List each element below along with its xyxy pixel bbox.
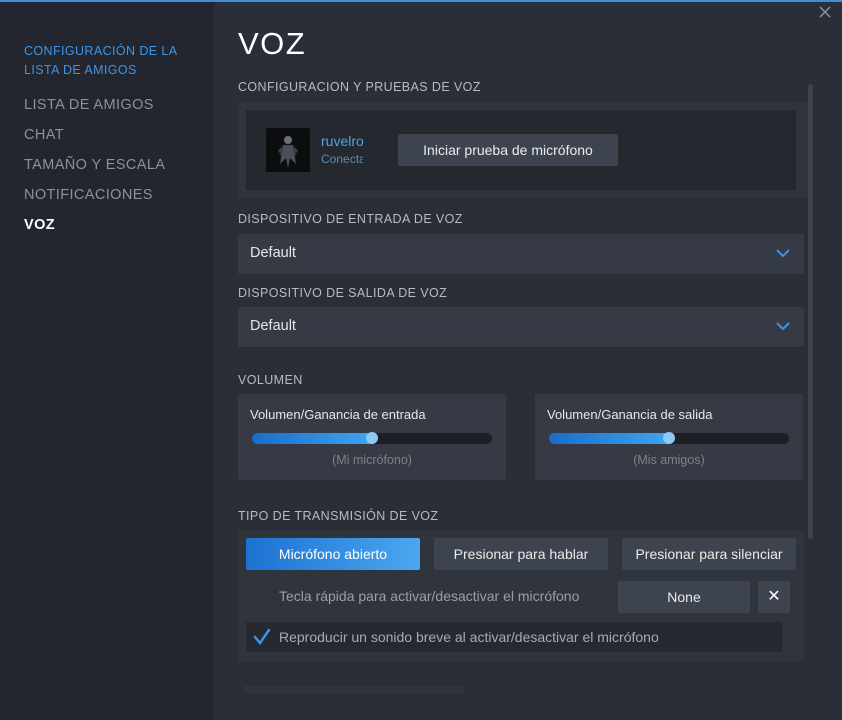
voice-test-panel: ruvelro Conectado Iniciar prueba de micr…: [238, 102, 808, 198]
input-volume-slider[interactable]: [252, 432, 492, 444]
chevron-down-icon: [776, 322, 790, 331]
hotkey-value-button[interactable]: None: [618, 581, 750, 613]
sidebar-item-notifications[interactable]: NOTIFICACIONES: [24, 187, 153, 203]
output-device-dropdown[interactable]: Default: [238, 307, 804, 347]
play-sound-checkbox[interactable]: Reproducir un sonido breve al activar/de…: [246, 622, 782, 652]
main-panel: VOZ CONFIGURACION Y PRUEBAS DE VOZ ruvel…: [214, 2, 842, 720]
hotkey-label: Tecla rápida para activar/desactivar el …: [279, 588, 580, 604]
input-volume-label: Volumen/Ganancia de entrada: [250, 407, 426, 422]
output-volume-fill: [549, 433, 669, 444]
section-title-output-device: DISPOSITIVO DE SALIDA DE VOZ: [238, 286, 448, 300]
output-volume-caption: (Mis amigos): [633, 453, 705, 467]
sidebar-item-size-scale[interactable]: TAMAÑO Y ESCALA: [24, 157, 165, 173]
output-device-value: Default: [250, 318, 296, 334]
output-volume-knob[interactable]: [663, 432, 675, 444]
section-title-transmission: TIPO DE TRANSMISIÓN DE VOZ: [238, 509, 439, 523]
scrollbar-thumb[interactable]: [808, 84, 813, 539]
output-volume-slider[interactable]: [549, 432, 789, 444]
user-name[interactable]: ruvelro: [321, 133, 364, 149]
open-mic-button[interactable]: Micrófono abierto: [246, 538, 420, 570]
close-icon: [819, 6, 831, 18]
close-button[interactable]: [817, 6, 833, 22]
mic-test-button[interactable]: Iniciar prueba de micrófono: [398, 134, 618, 166]
input-volume-caption: (Mi micrófono): [332, 453, 412, 467]
hotkey-row: Tecla rápida para activar/desactivar el …: [246, 572, 794, 622]
input-device-value: Default: [250, 245, 296, 261]
output-volume-panel: Volumen/Ganancia de salida (Mis amigos): [535, 394, 803, 480]
section-title-volume: VOLUMEN: [238, 373, 303, 387]
checkmark-icon: [253, 628, 271, 646]
sidebar-item-chat[interactable]: CHAT: [24, 127, 64, 143]
input-device-dropdown[interactable]: Default: [238, 234, 804, 274]
sidebar-item-voice[interactable]: VOZ: [24, 217, 55, 233]
section-title-input-device: DISPOSITIVO DE ENTRADA DE VOZ: [238, 212, 463, 226]
user-status: Conectado: [321, 152, 363, 166]
push-to-talk-button[interactable]: Presionar para hablar: [434, 538, 608, 570]
input-volume-fill: [252, 433, 372, 444]
next-section-title-faded: [244, 686, 464, 694]
close-icon: ✕: [767, 588, 781, 605]
voice-test-inner: ruvelro Conectado Iniciar prueba de micr…: [246, 110, 796, 190]
transmission-panel: Micrófono abierto Presionar para hablar …: [238, 530, 804, 662]
play-sound-label: Reproducir un sonido breve al activar/de…: [279, 629, 659, 645]
output-volume-label: Volumen/Ganancia de salida: [547, 407, 713, 422]
sidebar: CONFIGURACIÓN DE LA LISTA DE AMIGOS LIST…: [0, 2, 214, 720]
avatar[interactable]: [266, 128, 310, 172]
chevron-down-icon: [776, 249, 790, 258]
input-volume-knob[interactable]: [366, 432, 378, 444]
sidebar-header: CONFIGURACIÓN DE LA LISTA DE AMIGOS: [24, 44, 177, 77]
hotkey-clear-button[interactable]: ✕: [758, 581, 790, 613]
push-to-mute-button[interactable]: Presionar para silenciar: [622, 538, 796, 570]
input-volume-panel: Volumen/Ganancia de entrada (Mi micrófon…: [238, 394, 506, 480]
sidebar-item-friends-list[interactable]: LISTA DE AMIGOS: [24, 97, 154, 113]
page-title: VOZ: [238, 26, 307, 61]
avatar-figure-icon: [266, 128, 310, 172]
section-title-voice-test: CONFIGURACION Y PRUEBAS DE VOZ: [238, 80, 481, 94]
